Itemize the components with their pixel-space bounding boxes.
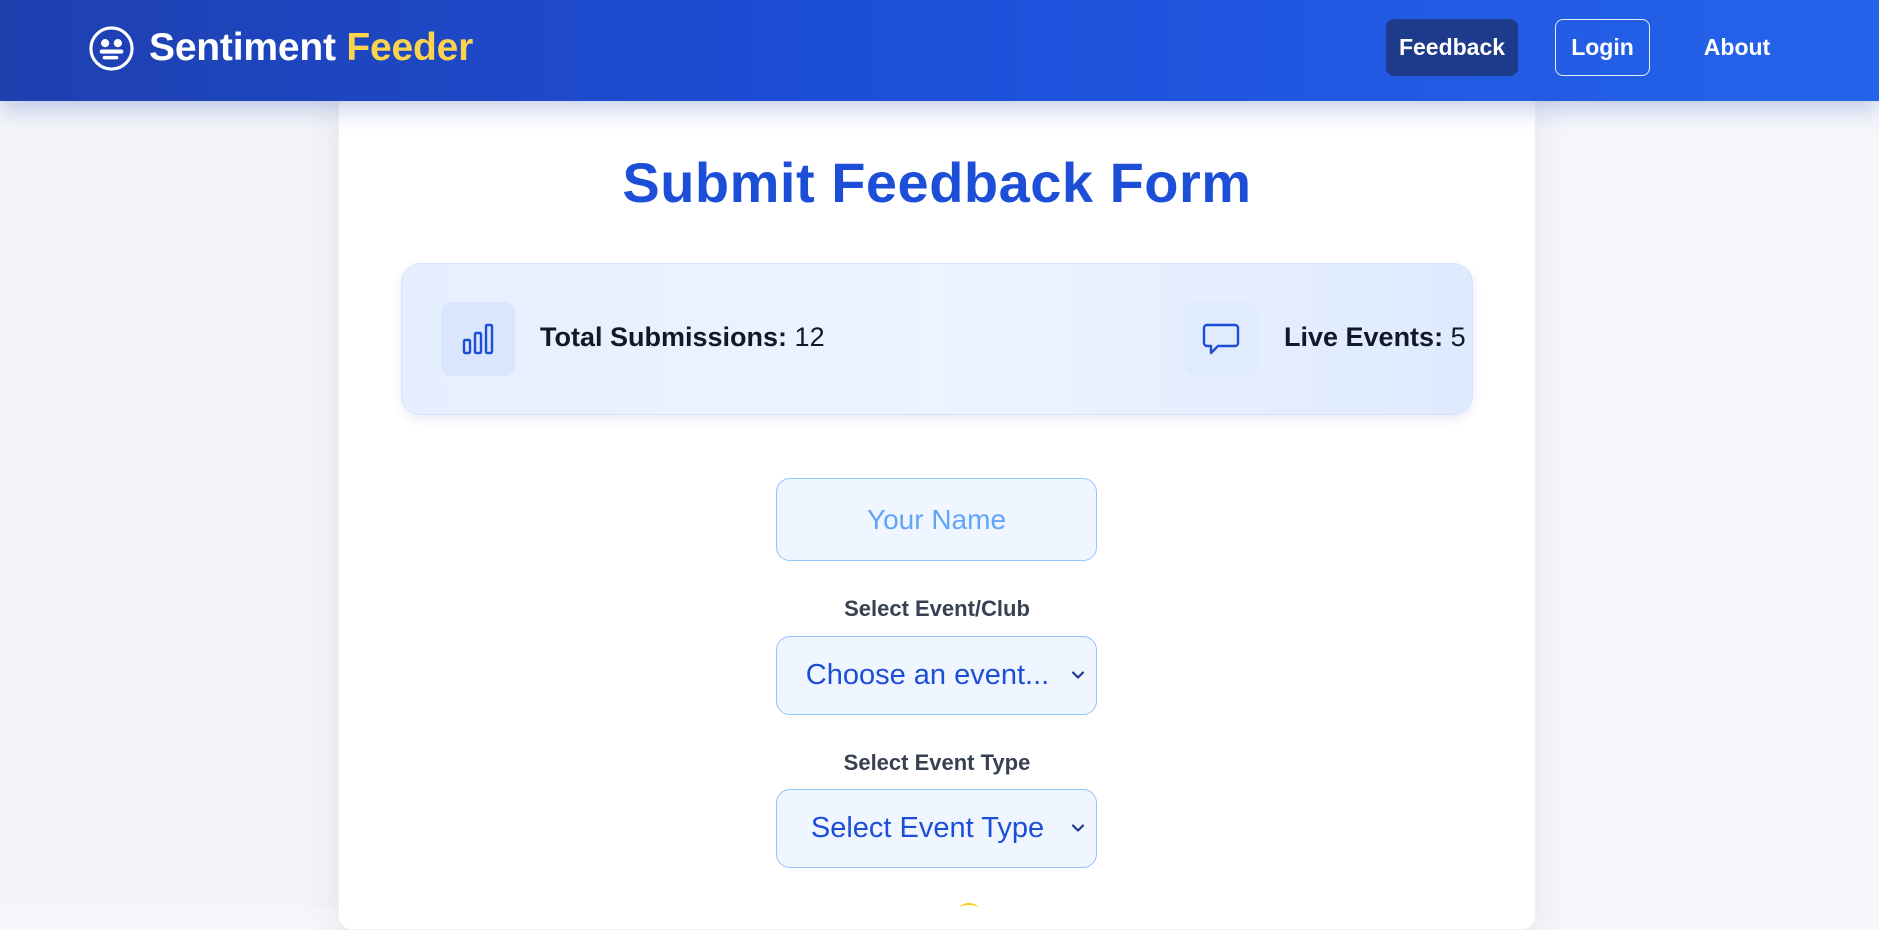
- event-type-label: Select Event Type: [843, 750, 1031, 775]
- event-club-select[interactable]: Choose an event...: [776, 636, 1097, 715]
- smiley-logo-icon: [89, 25, 134, 71]
- live-events-stat: Live Events: 5: [1284, 322, 1466, 353]
- total-submissions-label: Total Submissions:: [540, 322, 788, 352]
- navbar: Sentiment Feeder Feedback Login About: [0, 0, 1879, 101]
- brand-word-sentiment: Sentiment: [149, 26, 336, 69]
- nav-about-button[interactable]: About: [1686, 19, 1788, 76]
- page-title: Submit Feedback Form: [622, 151, 1252, 214]
- bar-chart-icon: [462, 323, 494, 355]
- submissions-icon-box: [441, 302, 515, 376]
- total-submissions-value: 12: [794, 322, 825, 352]
- stats-panel: Total Submissions: 12 Live Events: 5: [401, 263, 1473, 415]
- nav-login-button[interactable]: Login: [1555, 19, 1650, 76]
- chat-bubble-icon: [1202, 323, 1240, 355]
- chevron-down-icon: [1071, 671, 1085, 679]
- events-icon-box: [1184, 302, 1258, 376]
- page-background-left: [0, 101, 338, 908]
- brand-name: Sentiment Feeder: [149, 26, 473, 70]
- partially-visible-element: [960, 903, 978, 913]
- event-type-select[interactable]: Select Event Type: [776, 789, 1097, 868]
- event-type-selected-value: Select Event Type: [810, 812, 1045, 844]
- name-input[interactable]: [776, 478, 1097, 561]
- live-events-value: 5: [1450, 322, 1466, 352]
- page-background-right: [1536, 101, 1879, 908]
- chevron-down-icon: [1071, 824, 1085, 832]
- total-submissions-stat: Total Submissions: 12: [540, 322, 825, 353]
- brand-link[interactable]: Sentiment Feeder: [88, 22, 473, 74]
- event-club-selected-value: Choose an event...: [805, 659, 1050, 691]
- nav-feedback-button[interactable]: Feedback: [1386, 19, 1518, 76]
- brand-word-feeder: Feeder: [346, 26, 474, 69]
- live-events-label: Live Events:: [1284, 322, 1444, 352]
- event-club-label: Select Event/Club: [844, 596, 1030, 621]
